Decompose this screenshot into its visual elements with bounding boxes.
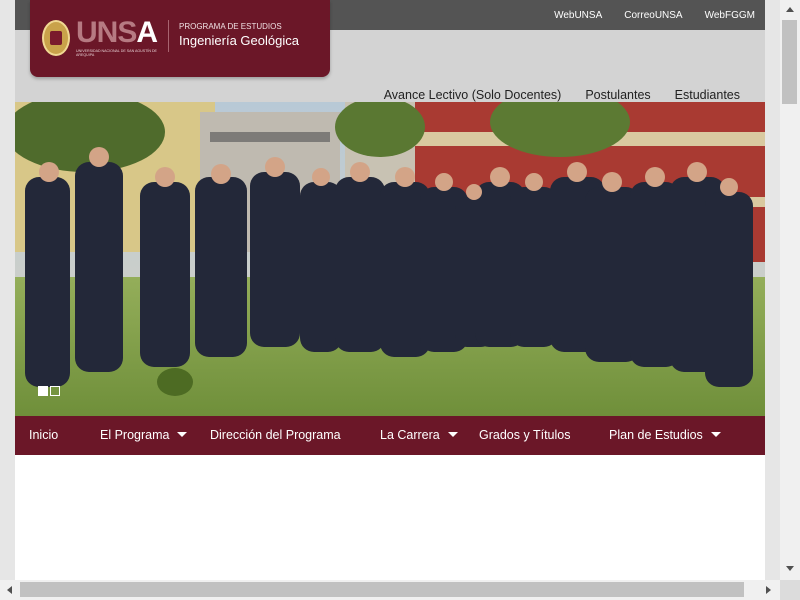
slide-dot-1[interactable] <box>38 386 48 396</box>
program-label: PROGRAMA DE ESTUDIOS <box>179 22 282 31</box>
link-correounsa[interactable]: CorreoUNSA <box>624 10 682 21</box>
menu-direccion[interactable]: Dirección del Programa <box>210 416 341 455</box>
hero-group-photo <box>15 102 765 416</box>
slide-dot-2[interactable] <box>50 386 60 396</box>
menu-el-programa-label: El Programa <box>100 428 170 442</box>
program-name: Ingeniería Geológica <box>179 33 299 48</box>
menu-inicio-label: Inicio <box>29 428 59 442</box>
university-seal-icon <box>42 20 70 56</box>
menu-direccion-label: Dirección del Programa <box>210 428 341 442</box>
nav-postulantes[interactable]: Postulantes <box>585 88 650 102</box>
scroll-up-icon[interactable] <box>786 7 794 12</box>
chevron-down-icon <box>177 432 188 438</box>
menu-el-programa[interactable]: El Programa <box>100 416 188 455</box>
top-links: WebUNSA CorreoUNSA WebFGGM <box>554 0 755 30</box>
scroll-left-icon[interactable] <box>7 586 12 594</box>
scroll-down-icon[interactable] <box>786 566 794 571</box>
menu-plan-estudios-label: Plan de Estudios <box>609 428 703 442</box>
brand-block[interactable]: UNSA UNIVERSIDAD NACIONAL DE SAN AGUSTÍN… <box>30 0 330 77</box>
slider-dots <box>38 386 60 396</box>
horizontal-scroll-thumb[interactable] <box>20 582 744 597</box>
logo-prefix: UNS <box>76 16 137 49</box>
main-menu: Inicio El Programa Dirección del Program… <box>15 416 765 455</box>
chevron-down-icon <box>710 432 721 438</box>
logo-subtitle: UNIVERSIDAD NACIONAL DE SAN AGUSTÍN DE A… <box>76 49 157 57</box>
brand-divider <box>168 20 169 52</box>
main-nav: Avance Lectivo (Solo Docentes) Postulant… <box>384 88 740 102</box>
scroll-right-icon[interactable] <box>766 586 771 594</box>
page: WebUNSA CorreoUNSA WebFGGM Avance Lectiv… <box>15 0 765 580</box>
link-webfggm[interactable]: WebFGGM <box>705 10 755 21</box>
scrollbar-corner <box>780 580 800 600</box>
logo-suffix: A <box>136 16 158 49</box>
menu-inicio[interactable]: Inicio <box>29 416 58 455</box>
nav-avance-lectivo[interactable]: Avance Lectivo (Solo Docentes) <box>384 88 562 102</box>
vertical-scroll-thumb[interactable] <box>782 20 797 104</box>
menu-plan-estudios[interactable]: Plan de Estudios <box>609 416 721 455</box>
vertical-scrollbar[interactable] <box>780 0 800 580</box>
nav-estudiantes[interactable]: Estudiantes <box>675 88 740 102</box>
menu-grados-label: Grados y Títulos <box>479 428 571 442</box>
horizontal-scrollbar[interactable] <box>0 580 780 600</box>
menu-la-carrera-label: La Carrera <box>380 428 440 442</box>
menu-grados[interactable]: Grados y Títulos <box>479 416 570 455</box>
chevron-down-icon <box>447 432 458 438</box>
hero-slider[interactable] <box>15 102 765 416</box>
menu-la-carrera[interactable]: La Carrera <box>380 416 458 455</box>
link-webunsa[interactable]: WebUNSA <box>554 10 602 21</box>
unsa-logo: UNSA <box>76 16 158 50</box>
